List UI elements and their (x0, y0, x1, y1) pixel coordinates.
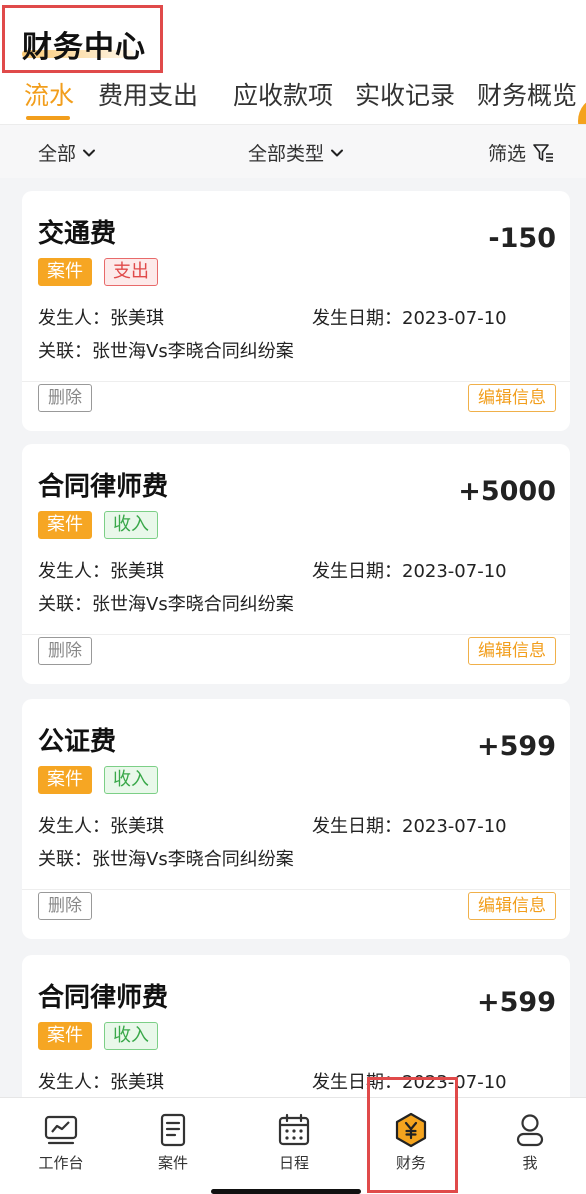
date-label: 发生日期： (312, 561, 402, 582)
tabbar-item-workbench[interactable]: 工作台 (16, 1112, 106, 1173)
case-tag: 案件 (38, 511, 92, 539)
tabbar-item-me[interactable]: 我 (485, 1112, 575, 1173)
header: 财务中心 流水 费用支出 应收款项 实收记录 财务概览 (0, 0, 586, 144)
calendar-icon (278, 1113, 310, 1146)
tabbar-label: 工作台 (38, 1154, 84, 1172)
record-date: 发生日期：2023-07-10 (312, 557, 507, 583)
document-icon (160, 1113, 186, 1147)
filter-all-dropdown[interactable]: 全部 (38, 139, 96, 166)
relation-value: 张世海Vs李晓合同纠纷案 (92, 341, 294, 362)
date-label: 发生日期： (312, 308, 402, 329)
divider (22, 634, 570, 635)
tab-transactions[interactable]: 流水 (24, 76, 74, 112)
chevron-down-icon (83, 149, 96, 156)
date-value: 2023-07-10 (402, 308, 507, 329)
person-value: 张美琪 (110, 561, 164, 582)
user-icon (516, 1114, 544, 1147)
date-value: 2023-07-10 (402, 561, 507, 582)
active-tab-indicator (26, 116, 70, 120)
person-value: 张美琪 (110, 308, 164, 329)
tabbar-label: 我 (522, 1154, 538, 1172)
delete-button[interactable]: 删除 (38, 637, 92, 665)
record-amount: +599 (477, 731, 556, 762)
tab-received-records[interactable]: 实收记录 (355, 76, 455, 112)
record-person: 发生人：张美琪 (38, 1068, 164, 1094)
dashboard-icon (44, 1115, 78, 1145)
tab-finance-overview[interactable]: 财务概览 (477, 76, 577, 112)
person-label: 发生人： (38, 561, 110, 582)
tabbar-label: 案件 (157, 1154, 188, 1172)
filter-label: 筛选 (488, 143, 527, 165)
record-title: 交通费 (38, 219, 117, 249)
record-title: 公证费 (38, 727, 117, 757)
tabbar-label: 日程 (278, 1154, 309, 1172)
relation-label: 关联： (38, 849, 92, 870)
person-label: 发生人： (38, 1072, 110, 1093)
chevron-down-icon (331, 149, 344, 156)
record-title: 合同律师费 (38, 983, 169, 1013)
tabbar-item-cases[interactable]: 案件 (128, 1112, 218, 1173)
filter-all-label: 全部 (38, 143, 77, 165)
filter-icon (533, 143, 554, 162)
bottom-tab-bar: 工作台 案件 日程 财务 我 (0, 1097, 586, 1194)
record-card[interactable]: 合同律师费 +5000 案件 收入 发生人：张美琪 发生日期：2023-07-1… (22, 444, 570, 684)
record-card[interactable]: 交通费 -150 案件 支出 发生人：张美琪 发生日期：2023-07-10 关… (22, 191, 570, 431)
record-date: 发生日期：2023-07-10 (312, 304, 507, 330)
date-value: 2023-07-10 (402, 816, 507, 837)
record-relation: 关联：张世海Vs李晓合同纠纷案 (38, 590, 294, 616)
tabbar-item-schedule[interactable]: 日程 (249, 1112, 339, 1173)
record-person: 发生人：张美琪 (38, 557, 164, 583)
relation-value: 张世海Vs李晓合同纠纷案 (92, 849, 294, 870)
record-amount: -150 (488, 223, 556, 254)
home-indicator (211, 1189, 361, 1194)
finance-highlight-box (367, 1077, 458, 1193)
relation-label: 关联： (38, 341, 92, 362)
person-label: 发生人： (38, 816, 110, 837)
edit-info-button[interactable]: 编辑信息 (468, 892, 556, 920)
record-card[interactable]: 公证费 +599 案件 收入 发生人：张美琪 发生日期：2023-07-10 关… (22, 699, 570, 939)
case-tag: 案件 (38, 258, 92, 286)
delete-button[interactable]: 删除 (38, 892, 92, 920)
record-relation: 关联：张世海Vs李晓合同纠纷案 (38, 337, 294, 363)
relation-value: 张世海Vs李晓合同纠纷案 (92, 594, 294, 615)
date-label: 发生日期： (312, 816, 402, 837)
relation-label: 关联： (38, 594, 92, 615)
tab-bar-top: 流水 费用支出 应收款项 实收记录 财务概览 (0, 76, 586, 120)
person-value: 张美琪 (110, 816, 164, 837)
record-person: 发生人：张美琪 (38, 304, 164, 330)
income-tag: 收入 (104, 766, 158, 794)
record-amount: +5000 (458, 476, 556, 507)
tab-expenses[interactable]: 费用支出 (98, 76, 198, 112)
income-tag: 收入 (104, 511, 158, 539)
delete-button[interactable]: 删除 (38, 384, 92, 412)
filter-bar: 全部 全部类型 筛选 (0, 124, 586, 178)
case-tag: 案件 (38, 1022, 92, 1050)
income-tag: 收入 (104, 1022, 158, 1050)
edit-info-button[interactable]: 编辑信息 (468, 384, 556, 412)
person-label: 发生人： (38, 308, 110, 329)
tab-receivables[interactable]: 应收款项 (233, 76, 333, 112)
record-relation: 关联：张世海Vs李晓合同纠纷案 (38, 845, 294, 871)
filter-button[interactable]: 筛选 (488, 139, 554, 166)
record-title: 合同律师费 (38, 472, 169, 502)
case-tag: 案件 (38, 766, 92, 794)
person-value: 张美琪 (110, 1072, 164, 1093)
divider (22, 889, 570, 890)
expense-tag: 支出 (104, 258, 158, 286)
filter-type-dropdown[interactable]: 全部类型 (248, 139, 344, 166)
record-amount: +599 (477, 987, 556, 1018)
edit-info-button[interactable]: 编辑信息 (468, 637, 556, 665)
page-title: 财务中心 (22, 30, 146, 65)
divider (22, 381, 570, 382)
filter-type-label: 全部类型 (248, 143, 325, 165)
record-person: 发生人：张美琪 (38, 812, 164, 838)
finance-center-screen: 财务中心 流水 费用支出 应收款项 实收记录 财务概览 全部 全部类型 筛选 交… (0, 0, 586, 1194)
record-date: 发生日期：2023-07-10 (312, 812, 507, 838)
